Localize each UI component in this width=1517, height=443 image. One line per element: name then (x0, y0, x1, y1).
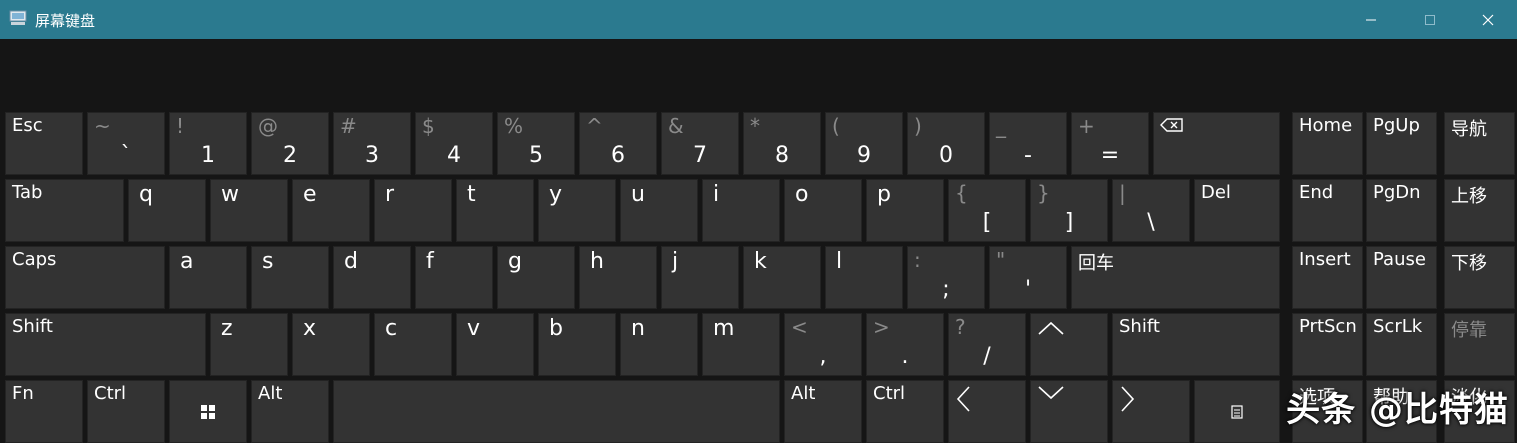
key-del[interactable]: Del (1194, 179, 1280, 242)
key-5[interactable]: % 5 (497, 112, 575, 175)
key-p[interactable]: p (866, 179, 944, 242)
key-enter[interactable]: 回车 (1071, 246, 1280, 309)
arrow-right-icon (1121, 386, 1135, 412)
key-pause[interactable]: Pause (1366, 246, 1437, 309)
key-i[interactable]: i (702, 179, 780, 242)
key-u[interactable]: u (620, 179, 698, 242)
key-caps[interactable]: Caps (5, 246, 165, 309)
keyboard-app-icon (9, 10, 27, 25)
key-t[interactable]: t (456, 179, 534, 242)
key-move-up[interactable]: 上移 (1444, 179, 1515, 242)
key-minus[interactable]: _ - (989, 112, 1067, 175)
key-a[interactable]: a (169, 246, 247, 309)
key-v[interactable]: v (456, 313, 534, 376)
key-space[interactable] (333, 380, 780, 443)
key-right-alt[interactable]: Alt (784, 380, 862, 443)
key-end[interactable]: End (1292, 179, 1363, 242)
key-0[interactable]: ) 0 (907, 112, 985, 175)
key-backspace[interactable] (1153, 112, 1280, 175)
key-7[interactable]: & 7 (661, 112, 739, 175)
key-move-down[interactable]: 下移 (1444, 246, 1515, 309)
key-open-bracket[interactable]: {[ (948, 179, 1026, 242)
key-tab[interactable]: Tab (5, 179, 124, 242)
key-n[interactable]: n (620, 313, 698, 376)
minimize-button[interactable] (1342, 0, 1400, 39)
key-d[interactable]: d (333, 246, 411, 309)
maximize-icon (1425, 14, 1435, 25)
key-nav[interactable]: 导航 (1444, 112, 1515, 175)
close-icon (1482, 14, 1494, 25)
key-9[interactable]: (9 (825, 112, 903, 175)
key-1[interactable]: ! 1 (169, 112, 247, 175)
key-pgdn[interactable]: PgDn (1366, 179, 1437, 242)
close-button[interactable] (1459, 0, 1517, 39)
key-period[interactable]: >. (866, 313, 944, 376)
key-pgup[interactable]: PgUp (1366, 112, 1437, 175)
arrow-left-icon (956, 386, 970, 412)
key-arrow-up[interactable] (1030, 313, 1108, 376)
backspace-icon (1160, 118, 1183, 132)
key-h[interactable]: h (579, 246, 657, 309)
key-dock[interactable]: 停靠 (1444, 313, 1515, 376)
key-prtscn[interactable]: PrtScn (1292, 313, 1363, 376)
key-r[interactable]: r (374, 179, 452, 242)
menu-icon (1231, 405, 1243, 419)
key-context-menu[interactable] (1194, 380, 1280, 443)
key-left-alt[interactable]: Alt (251, 380, 329, 443)
key-y[interactable]: y (538, 179, 616, 242)
key-4[interactable]: $4 (415, 112, 493, 175)
key-backtick[interactable]: ~ ` (87, 112, 165, 175)
key-equals[interactable]: + = (1071, 112, 1149, 175)
key-scrlk[interactable]: ScrLk (1366, 313, 1437, 376)
key-e[interactable]: e (292, 179, 370, 242)
key-s[interactable]: s (251, 246, 329, 309)
key-8[interactable]: * 8 (743, 112, 821, 175)
key-right-shift[interactable]: Shift (1112, 313, 1280, 376)
key-x[interactable]: x (292, 313, 370, 376)
window-title: 屏幕键盘 (35, 12, 96, 30)
key-m[interactable]: m (702, 313, 780, 376)
key-insert[interactable]: Insert (1292, 246, 1363, 309)
key-3[interactable]: #3 (333, 112, 411, 175)
key-right-ctrl[interactable]: Ctrl (866, 380, 944, 443)
key-backslash[interactable]: | \ (1112, 179, 1190, 242)
key-q[interactable]: q (128, 179, 206, 242)
key-w[interactable]: w (210, 179, 288, 242)
key-slash[interactable]: ? / (948, 313, 1026, 376)
windows-logo-icon (201, 405, 215, 419)
key-arrow-down[interactable] (1030, 380, 1108, 443)
key-c[interactable]: c (374, 313, 452, 376)
key-arrow-left[interactable] (948, 380, 1026, 443)
key-home[interactable]: Home (1292, 112, 1363, 175)
key-o[interactable]: o (784, 179, 862, 242)
key-l[interactable]: l (825, 246, 903, 309)
arrow-down-icon (1038, 386, 1064, 400)
key-comma[interactable]: <, (784, 313, 862, 376)
arrow-up-icon (1038, 321, 1064, 335)
key-j[interactable]: j (661, 246, 739, 309)
key-semicolon[interactable]: :; (907, 246, 985, 309)
key-left-ctrl[interactable]: Ctrl (87, 380, 165, 443)
title-bar: 屏幕键盘 (0, 0, 1517, 39)
key-quote[interactable]: " ' (989, 246, 1067, 309)
watermark: 头条 @比特猫 (1286, 390, 1509, 430)
maximize-button[interactable] (1401, 0, 1459, 39)
key-windows[interactable] (169, 380, 247, 443)
key-g[interactable]: g (497, 246, 575, 309)
key-arrow-right[interactable] (1112, 380, 1190, 443)
key-k[interactable]: k (743, 246, 821, 309)
key-fn[interactable]: Fn (5, 380, 83, 443)
key-b[interactable]: b (538, 313, 616, 376)
key-left-shift[interactable]: Shift (5, 313, 206, 376)
key-z[interactable]: z (210, 313, 288, 376)
key-esc[interactable]: Esc (5, 112, 83, 175)
key-2[interactable]: @2 (251, 112, 329, 175)
key-f[interactable]: f (415, 246, 493, 309)
minimize-icon (1366, 19, 1376, 20)
key-6[interactable]: ^ 6 (579, 112, 657, 175)
key-close-bracket[interactable]: }] (1030, 179, 1108, 242)
